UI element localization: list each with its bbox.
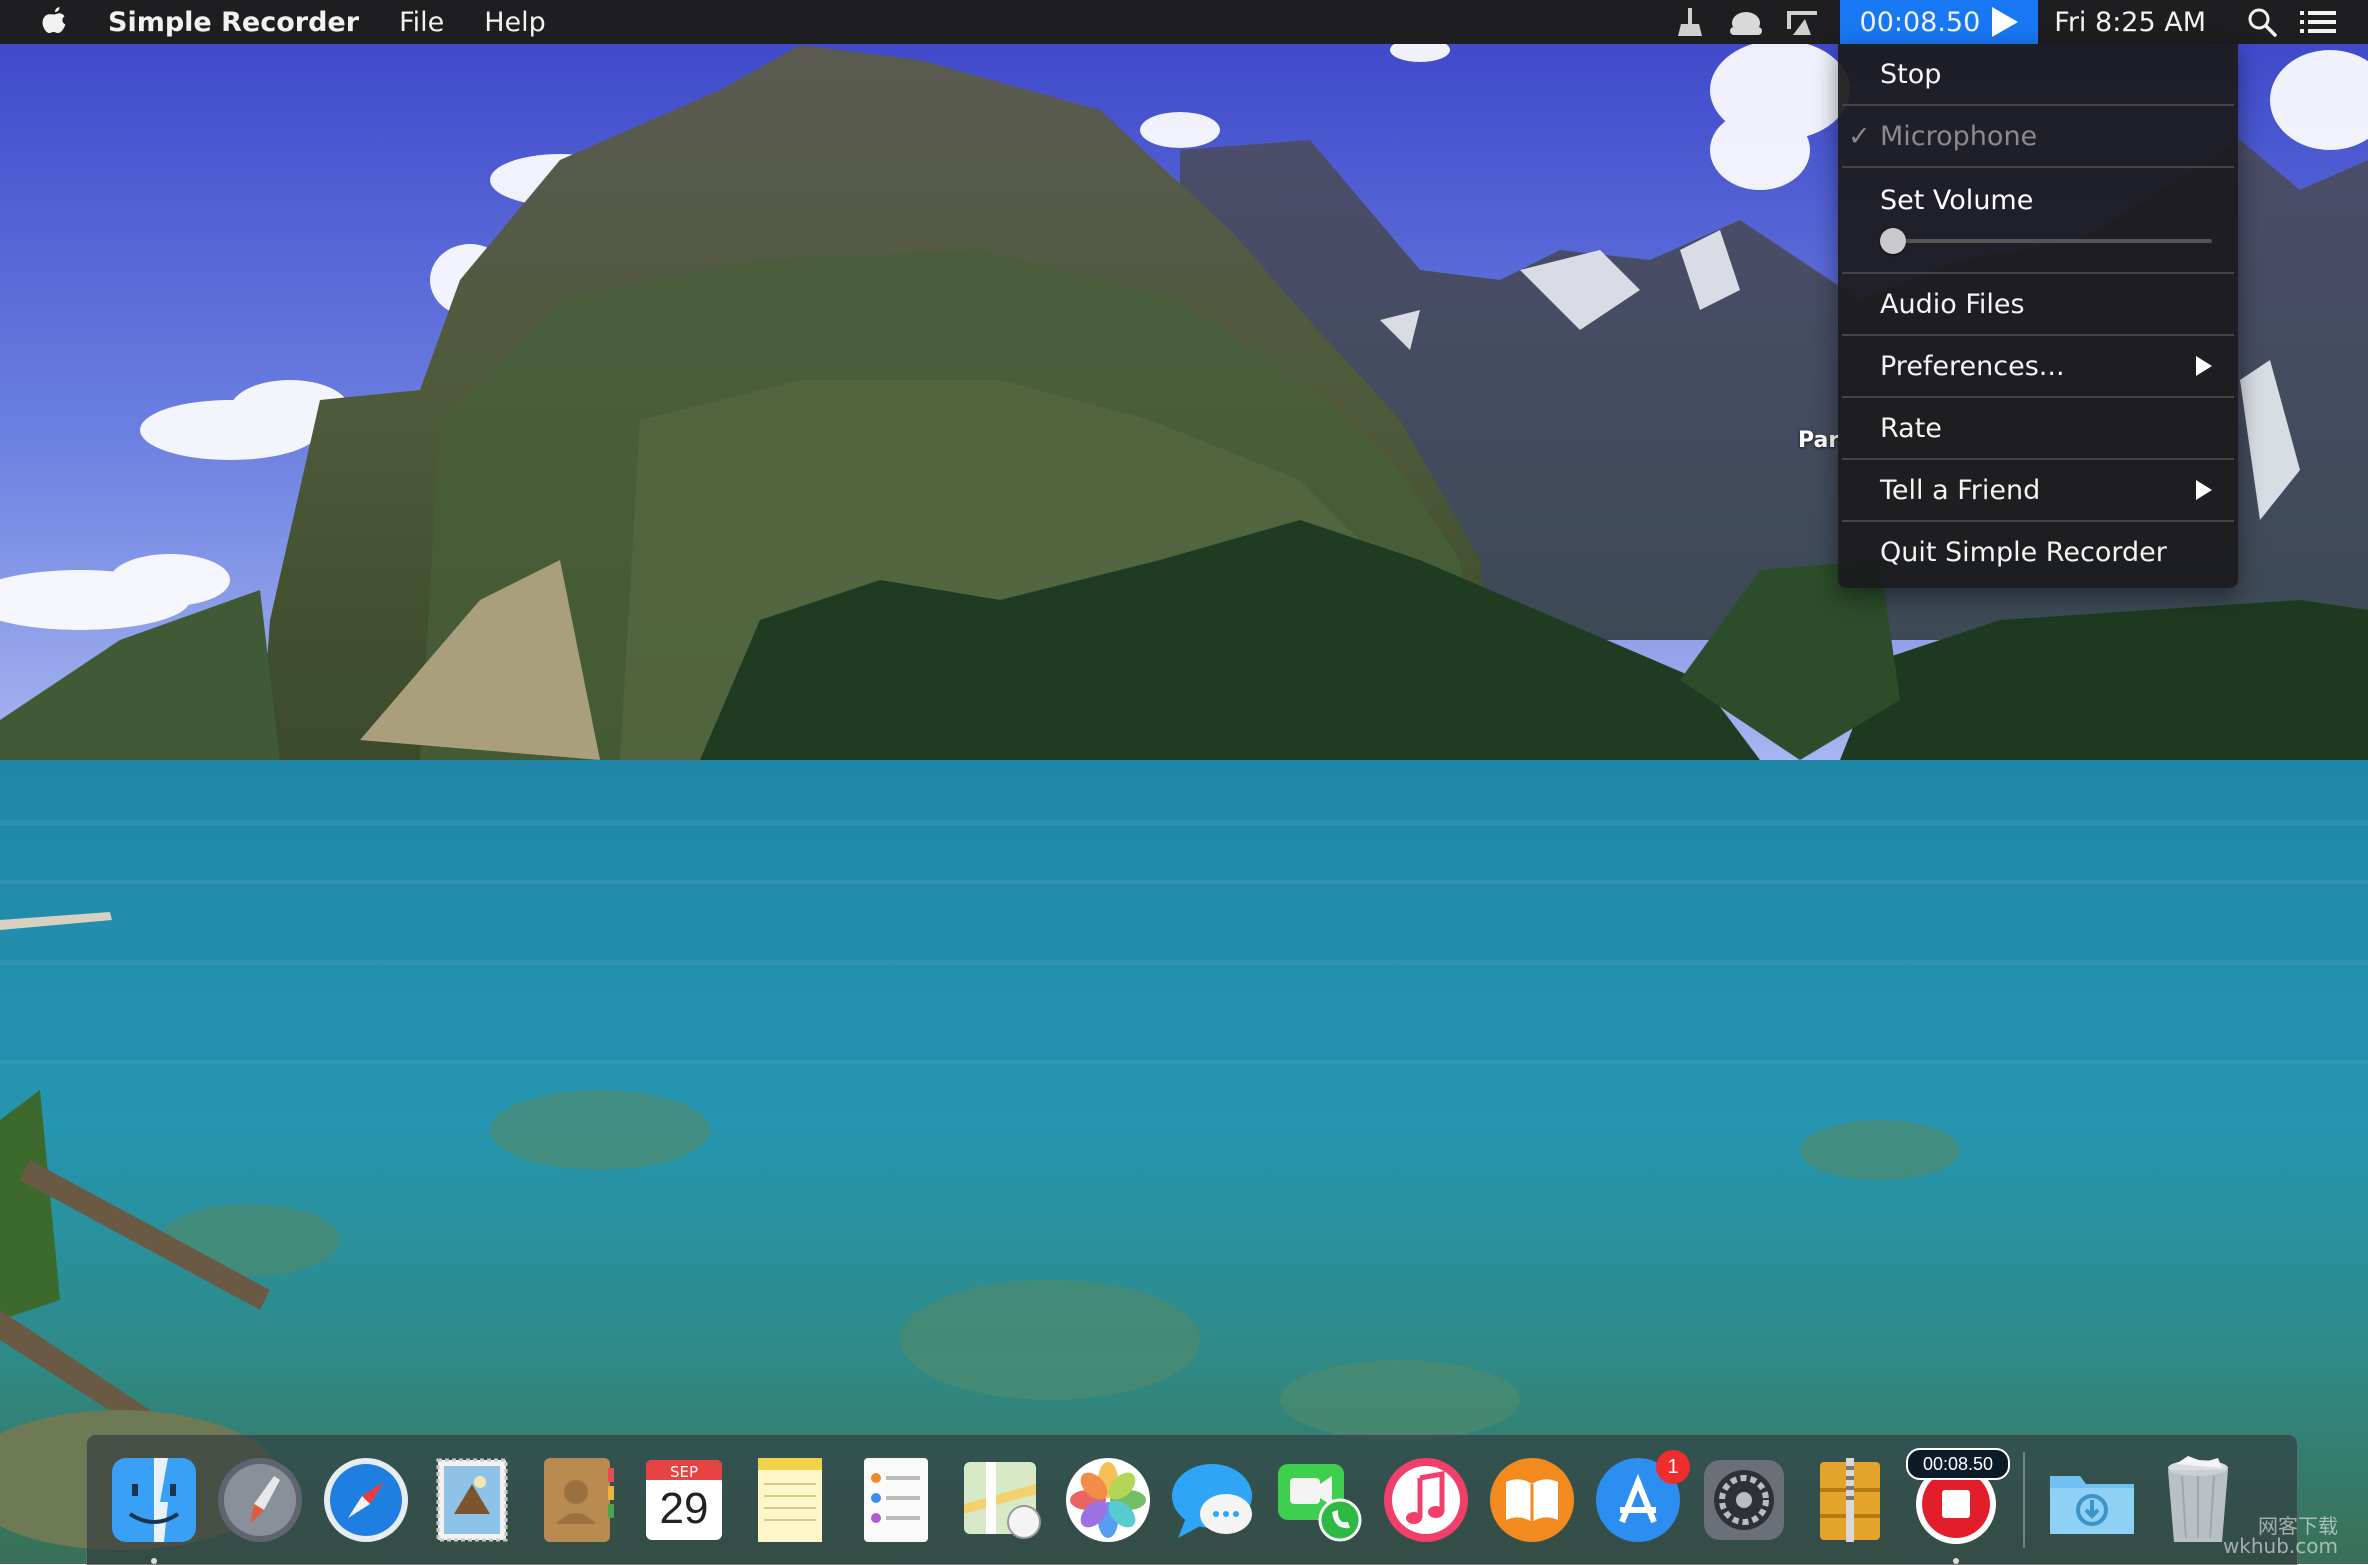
menu-bottom-padding [1838,582,2238,588]
dock-maps-icon[interactable] [956,1454,1048,1546]
watermark: 网客下载 wkhub.com [2223,1516,2338,1556]
recorder-status-item[interactable]: 00:08.50 [1839,0,2039,44]
dock-launchpad-icon[interactable] [214,1454,306,1546]
app-store-badge: 1 [1656,1450,1690,1484]
dock-photos-icon[interactable] [1062,1454,1154,1546]
menu-item-audio-files[interactable]: Audio Files [1838,274,2238,334]
dock-reminders-icon[interactable] [850,1454,942,1546]
dock-simple-recorder-icon[interactable]: 00:08.50 [1906,1448,2010,1564]
watermark-line2: wkhub.com [2222,1534,2338,1558]
dock-calendar-icon[interactable]: SEP 29 [638,1454,730,1546]
apple-icon[interactable] [40,5,68,39]
menu-bar: Simple Recorder File Help 00:08.50 Fri 8… [0,0,2368,44]
dock-facetime-icon[interactable] [1274,1454,1366,1546]
menu-item-tell-a-friend-label: Tell a Friend [1880,474,2041,506]
dock-archive-utility-icon[interactable] [1804,1454,1896,1546]
menu-clock[interactable]: Fri 8:25 AM [2054,7,2206,38]
menu-item-preferences-label: Preferences... [1880,350,2065,382]
dock-downloads-folder-icon[interactable] [2046,1454,2138,1546]
submenu-arrow-icon [2196,480,2212,500]
background-partial-label: Par [1798,428,1840,453]
menu-item-audio-files-label: Audio Files [1880,288,2025,320]
volume-slider-knob[interactable] [1880,228,1906,254]
broom-icon[interactable] [1670,5,1710,39]
dock-separator [2023,1452,2025,1548]
volume-section: Set Volume [1838,168,2238,272]
dock-safari-icon[interactable] [320,1454,412,1546]
dock-app-store-icon[interactable]: 1 [1592,1450,1690,1546]
dock-contacts-icon[interactable] [532,1454,624,1546]
submenu-arrow-icon [2196,356,2212,376]
recorder-dropdown-menu: Stop ✓ Microphone Set Volume Audio Files… [1838,44,2238,588]
menu-item-stop[interactable]: Stop [1838,44,2238,104]
menu-item-quit[interactable]: Quit Simple Recorder [1838,522,2238,582]
airplay-icon[interactable] [1782,5,1822,39]
dock-running-indicator [1953,1558,1959,1564]
checkmark-icon: ✓ [1848,120,1871,152]
recorder-timer-badge: 00:08.50 [1906,1448,2010,1480]
recorder-time: 00:08.50 [1859,6,1981,38]
volume-slider[interactable] [1880,224,2212,258]
play-icon [1992,7,2019,37]
dock-mail-stamp-icon[interactable] [426,1454,518,1546]
dock-messages-icon[interactable] [1168,1454,1260,1546]
menu-item-microphone-label: Microphone [1880,120,2038,152]
menu-item-rate[interactable]: Rate [1838,398,2238,458]
dock-itunes-icon[interactable] [1380,1454,1472,1546]
menu-item-preferences[interactable]: Preferences... [1838,336,2238,396]
app-name-menu[interactable]: Simple Recorder [108,7,359,38]
menu-item-tell-a-friend[interactable]: Tell a Friend [1838,460,2238,520]
help-menu[interactable]: Help [484,7,546,38]
menu-item-microphone[interactable]: ✓ Microphone [1838,106,2238,166]
volume-slider-track[interactable] [1880,239,2212,243]
spotlight-search-icon[interactable] [2242,5,2282,39]
dock-notes-icon[interactable] [744,1454,836,1546]
notification-center-icon[interactable] [2298,5,2338,39]
dock-running-indicator [151,1558,157,1564]
set-volume-label: Set Volume [1880,184,2034,216]
dock-finder-icon[interactable] [108,1454,200,1564]
menu-item-rate-label: Rate [1880,412,1942,444]
menu-item-stop-label: Stop [1880,58,1942,90]
menu-item-quit-label: Quit Simple Recorder [1880,536,2167,568]
dock-system-preferences-icon[interactable] [1698,1454,1790,1546]
watermark-line1: 网客下载 [2258,1514,2338,1538]
calendar-day: 29 [659,1484,709,1533]
status-area: 00:08.50 Fri 8:25 AM [1662,0,2368,44]
file-menu[interactable]: File [399,7,444,38]
cloud-icon[interactable] [1726,5,1766,39]
dock-ibooks-icon[interactable] [1486,1454,1578,1546]
dock: SEP 29 1 00:08.50 [86,1434,2298,1565]
calendar-month: SEP [669,1463,699,1481]
